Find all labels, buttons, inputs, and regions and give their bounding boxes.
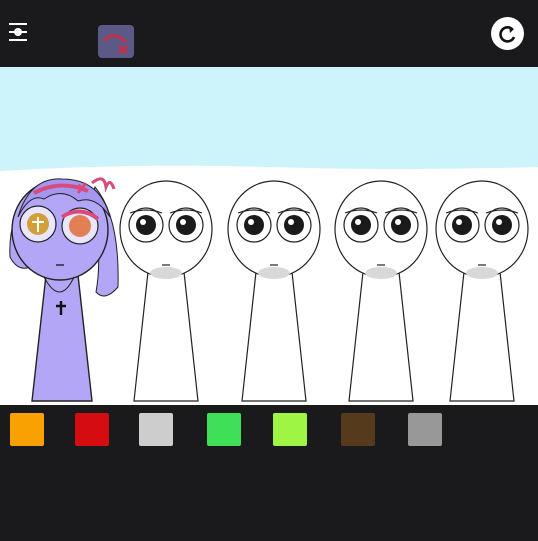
swatch-lime[interactable]	[273, 413, 307, 446]
reset-button[interactable]	[491, 17, 524, 50]
reset-arrow-icon	[498, 25, 515, 43]
top-toolbar	[0, 0, 538, 67]
stage-scene	[0, 67, 538, 405]
sky	[0, 67, 538, 177]
swatch-green[interactable]	[207, 413, 241, 446]
swatch-gray[interactable]	[408, 413, 442, 446]
menu-sliders-icon[interactable]	[7, 22, 29, 42]
stage	[0, 67, 538, 405]
effect-toggle-button[interactable]	[98, 25, 134, 58]
swatch-brown[interactable]	[341, 413, 375, 446]
swatch-orange[interactable]	[10, 413, 44, 446]
color-palette	[0, 405, 538, 541]
swatch-red[interactable]	[75, 413, 109, 446]
curve-cross-effect-icon	[102, 34, 128, 55]
swatch-light-gray[interactable]	[139, 413, 173, 446]
